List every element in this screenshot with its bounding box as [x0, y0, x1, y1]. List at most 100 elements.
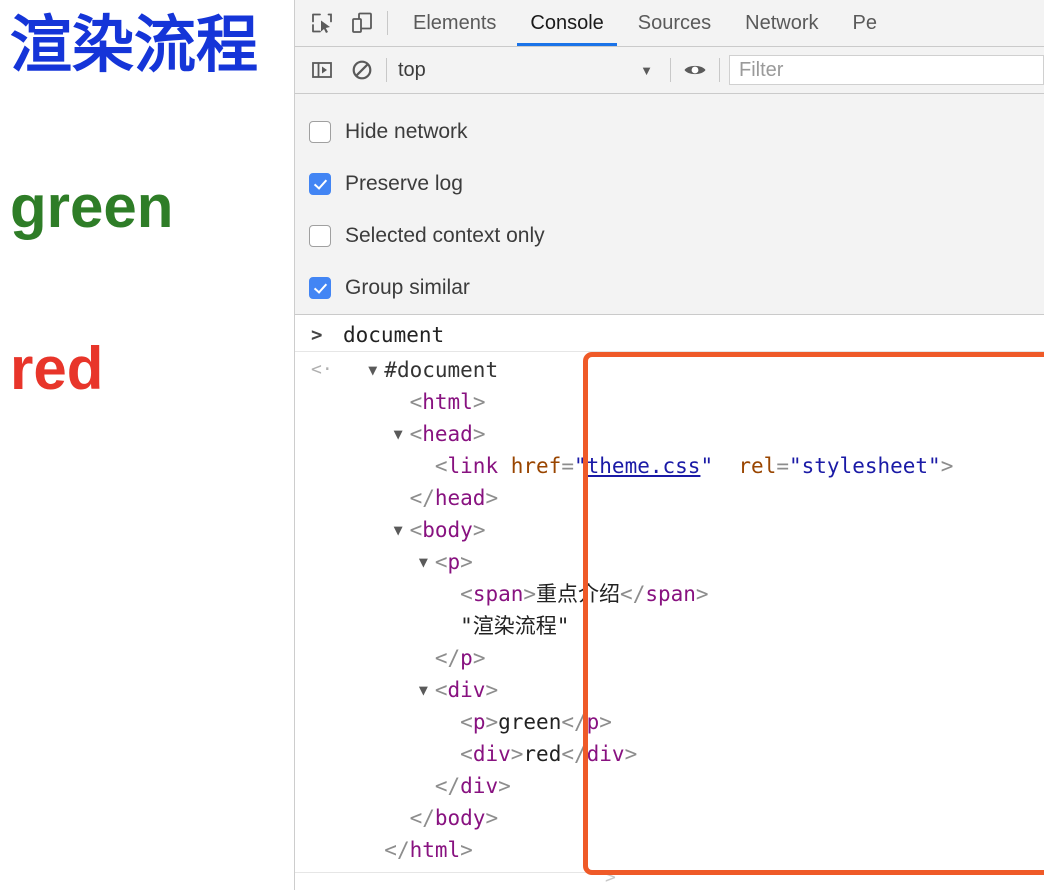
- dom-tree-line[interactable]: ▼ < p >: [295, 546, 1044, 578]
- dom-tree-line[interactable]: ▼ < head >: [295, 418, 1044, 450]
- dom-tree-line[interactable]: ▼ < body >: [295, 514, 1044, 546]
- dom-token: >: [472, 518, 486, 542]
- dom-token[interactable]: theme.css: [587, 450, 701, 482]
- dom-token: <: [460, 742, 473, 766]
- devtools-tablist: Elements Console Sources Network Pe: [396, 0, 894, 46]
- setting-selected-context-only[interactable]: Selected context only: [309, 210, 1044, 262]
- dom-tree-line[interactable]: < div > red </div >: [295, 738, 1044, 770]
- console-toolbar-divider-2: [670, 58, 671, 82]
- tab-network[interactable]: Network: [728, 0, 835, 46]
- tree-gutter: [305, 674, 343, 706]
- dom-token: div: [472, 742, 511, 766]
- preserve-log-checkbox[interactable]: [309, 173, 331, 195]
- rendered-page-pane: 渲染流程 green red: [0, 0, 294, 890]
- clear-console-icon[interactable]: [347, 55, 377, 85]
- tree-gutter: [305, 546, 343, 578]
- dom-token: </: [409, 486, 435, 510]
- dom-tree-line[interactable]: < html >: [295, 386, 1044, 418]
- console-dom-tree[interactable]: <· ▼ #document < html > ▼ < head > < link href =…: [295, 352, 1044, 866]
- console-bottom-prompt[interactable]: >: [605, 867, 616, 888]
- console-output-area[interactable]: > document <· ▼ #document < html > ▼ < head > …: [295, 315, 1044, 890]
- dom-token: rel: [738, 454, 777, 478]
- group-similar-label: Group similar: [345, 276, 470, 299]
- dom-token: </: [561, 742, 587, 766]
- console-context-selector[interactable]: top ▼: [396, 56, 661, 84]
- dom-token: <: [409, 390, 423, 414]
- tab-sources[interactable]: Sources: [621, 0, 728, 46]
- tab-console[interactable]: Console: [513, 0, 620, 46]
- tree-gutter: [305, 770, 343, 802]
- dom-token: >: [498, 774, 511, 798]
- dom-token: href: [510, 454, 562, 478]
- dom-tree-line[interactable]: </div >: [295, 770, 1044, 802]
- dom-token: div: [586, 742, 625, 766]
- dom-token: >: [940, 454, 954, 478]
- dom-token: >: [695, 582, 709, 606]
- device-toolbar-icon[interactable]: [347, 8, 377, 38]
- preserve-log-label: Preserve log: [345, 172, 463, 195]
- dom-token: >: [460, 550, 473, 574]
- expand-triangle-icon[interactable]: ▼: [419, 674, 435, 706]
- dom-token: >: [599, 710, 612, 734]
- hide-network-checkbox[interactable]: [309, 121, 331, 143]
- setting-preserve-log[interactable]: Preserve log: [309, 158, 1044, 210]
- console-filter-input[interactable]: Filter: [729, 55, 1044, 85]
- dom-token: <: [409, 422, 423, 446]
- devtools-tool-icons: [295, 0, 385, 46]
- selected-context-only-checkbox[interactable]: [309, 225, 331, 247]
- expand-triangle-icon[interactable]: ▼: [368, 354, 384, 386]
- setting-hide-network[interactable]: Hide network: [309, 106, 1044, 158]
- dom-token: >: [510, 742, 524, 766]
- dom-tree-line[interactable]: < span > 重点介绍 </span >: [295, 578, 1044, 610]
- dom-tree-line[interactable]: < p > green </p >: [295, 706, 1044, 738]
- expand-triangle-icon[interactable]: ▼: [419, 546, 435, 578]
- tab-elements[interactable]: Elements: [396, 0, 513, 46]
- dom-tree-line[interactable]: "渲染流程": [295, 610, 1044, 642]
- console-settings-bar: Hide network Preserve log Selected conte…: [295, 94, 1044, 315]
- group-similar-checkbox[interactable]: [309, 277, 331, 299]
- dom-tree-line[interactable]: ▼ < div >: [295, 674, 1044, 706]
- dom-tree-line[interactable]: </p >: [295, 642, 1044, 674]
- console-input-row[interactable]: > document: [295, 319, 1044, 351]
- dom-token: "stylesheet": [788, 454, 941, 478]
- dom-token: span: [472, 582, 524, 606]
- tree-gutter: [305, 386, 343, 418]
- tab-sources-label: Sources: [637, 11, 712, 34]
- dom-token: span: [645, 582, 696, 606]
- dom-tree-line[interactable]: </head >: [295, 482, 1044, 514]
- show-console-sidebar-icon[interactable]: [307, 55, 337, 85]
- screen-root: 渲染流程 green red Elements Console Sources …: [0, 0, 1044, 890]
- console-output-prompt-icon: <·: [311, 359, 333, 380]
- devtools-panel: Elements Console Sources Network Pe top …: [294, 0, 1044, 890]
- dom-token: </: [409, 806, 435, 830]
- dom-tree-line[interactable]: </html >: [295, 834, 1044, 866]
- dom-token: >: [472, 390, 486, 414]
- inspect-element-icon[interactable]: [307, 8, 337, 38]
- tree-gutter: [305, 514, 343, 546]
- tab-performance[interactable]: Pe: [836, 0, 894, 46]
- setting-group-similar[interactable]: Group similar: [309, 262, 1044, 314]
- expand-triangle-icon[interactable]: ▼: [394, 418, 410, 450]
- live-expression-eye-icon[interactable]: [680, 55, 710, 85]
- selected-context-only-label: Selected context only: [345, 224, 545, 247]
- dom-tree-line[interactable]: </body >: [295, 802, 1044, 834]
- dom-tree-line[interactable]: <· ▼ #document: [295, 354, 1044, 386]
- dom-token: [713, 450, 738, 482]
- tree-gutter: [305, 450, 343, 482]
- dom-token: =: [776, 454, 789, 478]
- expand-triangle-icon[interactable]: ▼: [394, 514, 410, 546]
- console-toolbar: top ▼ Filter: [295, 47, 1044, 94]
- dom-token: body: [422, 518, 473, 542]
- dom-tree-line[interactable]: < link href = " theme.css " rel = "stylesheet" >: [295, 450, 1044, 482]
